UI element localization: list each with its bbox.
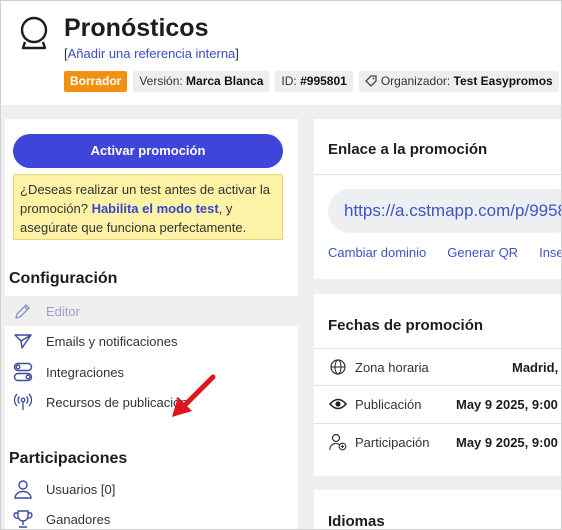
participation-row: Participación May 9 2025, 9:00 bbox=[314, 424, 561, 460]
sidebar-item-label: Usuarios [0] bbox=[46, 481, 116, 497]
id-value: #995801 bbox=[300, 73, 347, 88]
divider bbox=[314, 174, 561, 175]
trophy-icon bbox=[12, 508, 34, 529]
pencil-icon bbox=[12, 300, 34, 322]
organizer-label: Organizador: bbox=[380, 73, 451, 88]
sidebar: Activar promoción ¿Deseas realizar un te… bbox=[5, 119, 298, 529]
user-icon bbox=[12, 478, 34, 500]
languages-title: Idiomas bbox=[328, 513, 385, 530]
send-icon bbox=[12, 330, 34, 352]
id-badge: ID: #995801 bbox=[275, 70, 353, 92]
sidebar-item-winners[interactable]: Ganadores bbox=[5, 504, 298, 529]
organizer-value: Test Easypromos bbox=[453, 73, 553, 88]
timezone-value: Madrid, bbox=[512, 359, 559, 375]
timezone-row: Zona horaria Madrid, bbox=[314, 349, 561, 385]
crystal-ball-icon bbox=[20, 16, 48, 50]
promotion-url[interactable]: https://a.cstmapp.com/p/995801 bbox=[328, 189, 561, 233]
red-arrow-annotation bbox=[172, 374, 216, 417]
promotion-link-title: Enlace a la promoción bbox=[328, 141, 488, 158]
promotion-dates-card: Fechas de promoción Zona horaria Madrid,… bbox=[314, 294, 561, 476]
sidebar-item-editor[interactable]: Editor bbox=[5, 296, 298, 326]
sidebar-item-emails[interactable]: Emails y notificaciones bbox=[5, 326, 298, 356]
promotion-link-card: Enlace a la promoción https://a.cstmapp.… bbox=[314, 119, 561, 279]
page-header: Pronósticos [Añadir una referencia inter… bbox=[1, 1, 561, 105]
version-value: Marca Blanca bbox=[186, 73, 264, 88]
sidebar-item-users[interactable]: Usuarios [0] bbox=[5, 474, 298, 504]
languages-card: Idiomas bbox=[314, 490, 561, 530]
sidebar-item-label: Ganadores bbox=[46, 511, 111, 527]
bracket-close: ] bbox=[235, 46, 239, 61]
version-label: Versión: bbox=[139, 73, 183, 88]
sidebar-item-integrations[interactable]: Integraciones bbox=[5, 357, 298, 387]
promotion-badges: Borrador Versión: Marca Blanca ID: #9958… bbox=[64, 70, 559, 92]
configuration-title: Configuración bbox=[9, 270, 118, 287]
generate-qr-link[interactable]: Generar QR bbox=[447, 245, 518, 260]
activate-promotion-button[interactable]: Activar promoción bbox=[13, 134, 283, 168]
globe-icon bbox=[329, 358, 347, 376]
id-label: ID: bbox=[281, 73, 297, 88]
sidebar-item-label: Integraciones bbox=[46, 364, 125, 380]
status-badge: Borrador bbox=[64, 70, 128, 92]
tag-icon bbox=[364, 74, 377, 87]
participations-title: Participaciones bbox=[9, 450, 128, 467]
promotion-dates-title: Fechas de promoción bbox=[328, 317, 484, 334]
version-badge: Versión: Marca Blanca bbox=[133, 70, 270, 92]
add-internal-reference-link[interactable]: Añadir una referencia interna bbox=[68, 46, 236, 61]
change-domain-link[interactable]: Cambiar dominio bbox=[328, 245, 426, 260]
enable-test-mode-link[interactable]: Habilita el modo test bbox=[92, 201, 219, 216]
organizer-badge: Organizador: Test Easypromos bbox=[358, 70, 559, 92]
internal-reference: [Añadir una referencia interna] bbox=[64, 46, 239, 61]
user-plus-icon bbox=[329, 433, 347, 451]
sidebar-item-label: Emails y notificaciones bbox=[46, 333, 178, 349]
eye-icon bbox=[329, 395, 347, 413]
broadcast-icon bbox=[12, 391, 34, 413]
sidebar-item-label: Editor bbox=[46, 303, 80, 319]
app-frame: Pronósticos [Añadir una referencia inter… bbox=[0, 0, 562, 530]
test-mode-notice: ¿Deseas realizar un test antes de activa… bbox=[13, 174, 283, 240]
participation-value: May 9 2025, 9:00 bbox=[456, 434, 558, 450]
embed-link[interactable]: Insertar bbox=[539, 245, 561, 260]
publication-row: Publicación May 9 2025, 9:00 bbox=[314, 386, 561, 422]
sidebar-item-label: Recursos de publicación bbox=[46, 394, 188, 410]
toggles-icon bbox=[12, 361, 34, 383]
link-actions: Cambiar dominio Generar QR Insertar bbox=[328, 245, 561, 260]
page-title: Pronósticos bbox=[64, 14, 209, 42]
publication-value: May 9 2025, 9:00 bbox=[456, 396, 558, 412]
sidebar-item-publishing-resources[interactable]: Recursos de publicación bbox=[5, 387, 298, 417]
